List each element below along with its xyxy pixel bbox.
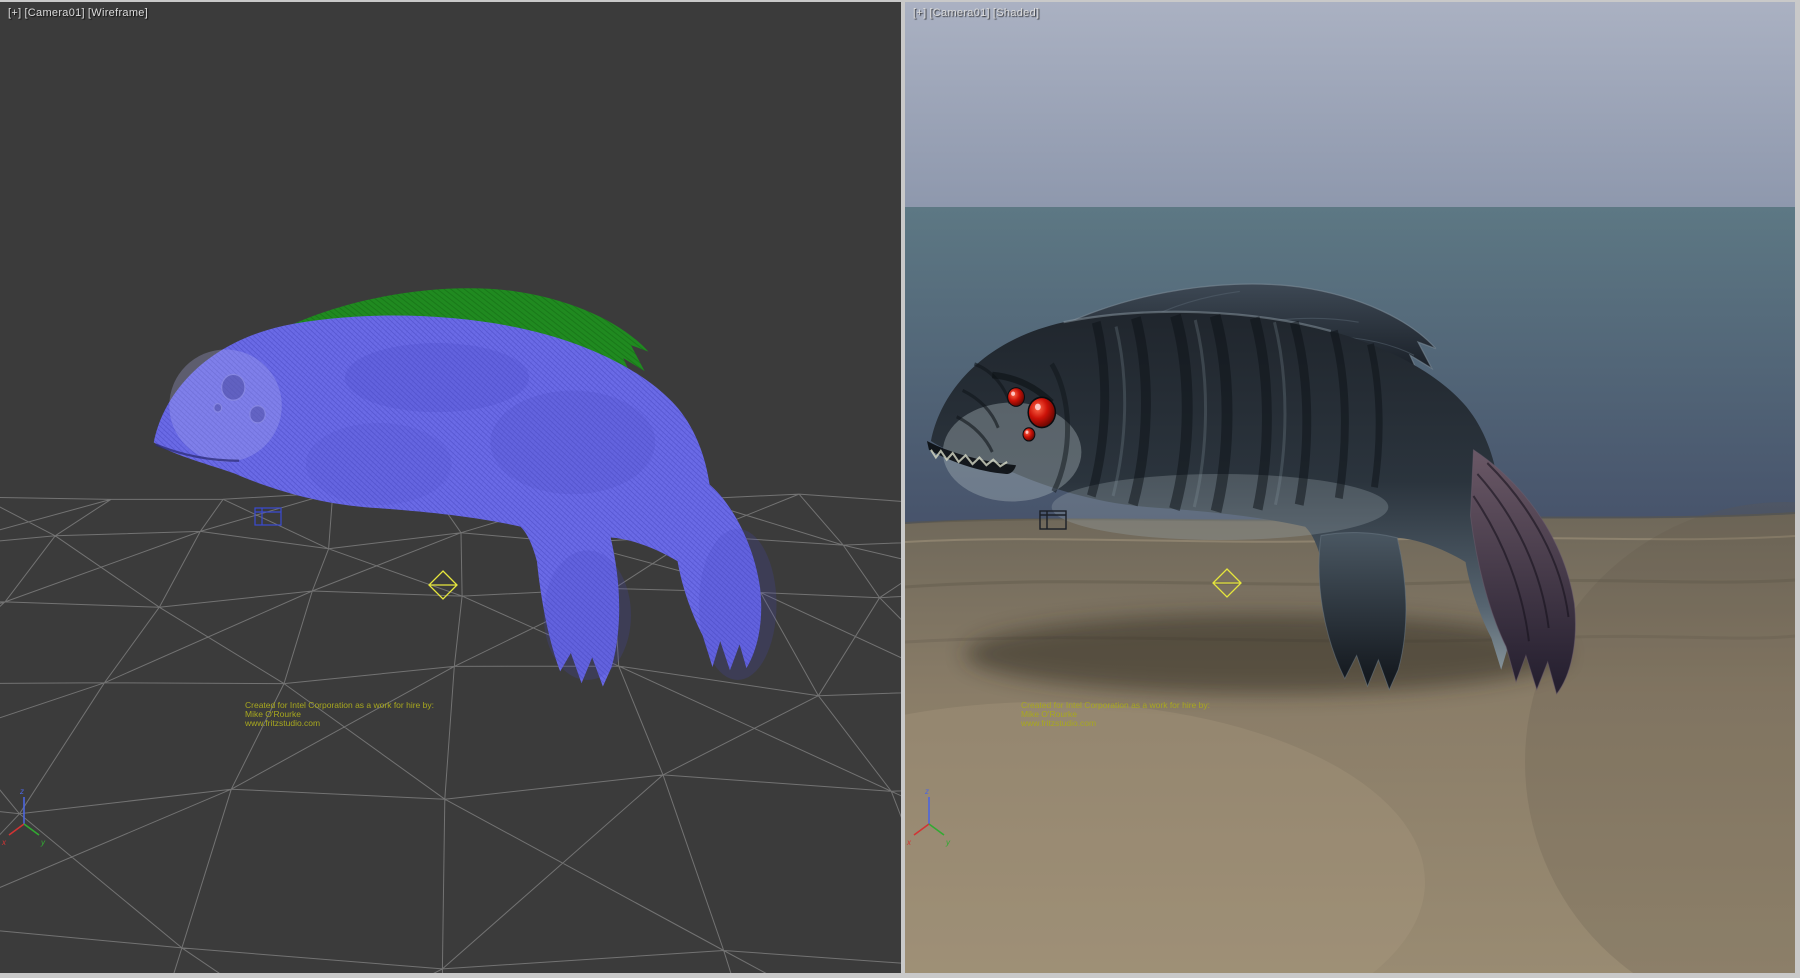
axis-z-label: z [924,787,929,796]
viewport-camera-button[interactable]: [Camera01] [24,7,84,19]
axis-z-label: z [19,787,24,796]
watermark-line3: www.fritzstudio.com [244,718,320,728]
viewport-shading-button[interactable]: [Wireframe] [88,7,148,19]
shaded-canvas[interactable]: Created for Intel Corporation as a work … [905,2,1795,973]
head-highlight [943,403,1082,502]
mesh-mottle [306,423,452,505]
axis-x [9,824,24,835]
wireframe-canvas[interactable]: Created for Intel Corporation as a work … [0,2,901,973]
viewport-shaded[interactable]: Created for Intel Corporation as a work … [905,2,1795,973]
viewport-label-bar: [+] [Camera01] [Shaded] [913,7,1039,19]
axis-y-label: y [40,838,46,847]
mesh-mottle [490,391,655,495]
viewport-label-bar: [+] [Camera01] [Wireframe] [8,7,148,19]
viewport-camera-button[interactable]: [Camera01] [929,7,989,19]
watermark-line3: www.fritzstudio.com [1020,718,1096,728]
axis-x-label: x [1,838,7,847]
mesh-mottle [699,529,777,680]
viewport-menu-button[interactable]: [+] [913,7,926,19]
mesh-mottle [544,550,631,680]
viewport-split: Created for Intel Corporation as a work … [0,0,1800,978]
viewport-wireframe[interactable]: Created for Intel Corporation as a work … [0,2,901,973]
sky-background [905,2,1795,207]
viewport-shading-button[interactable]: [Shaded] [993,7,1039,19]
mesh-mottle [345,343,529,412]
fish-model-wireframe[interactable] [154,288,777,686]
viewport-menu-button[interactable]: [+] [8,7,21,19]
fish-shadow [965,614,1565,694]
world-axis-tripod: z x y [1,787,46,847]
face-highlight [169,350,282,462]
axis-y [24,824,39,835]
